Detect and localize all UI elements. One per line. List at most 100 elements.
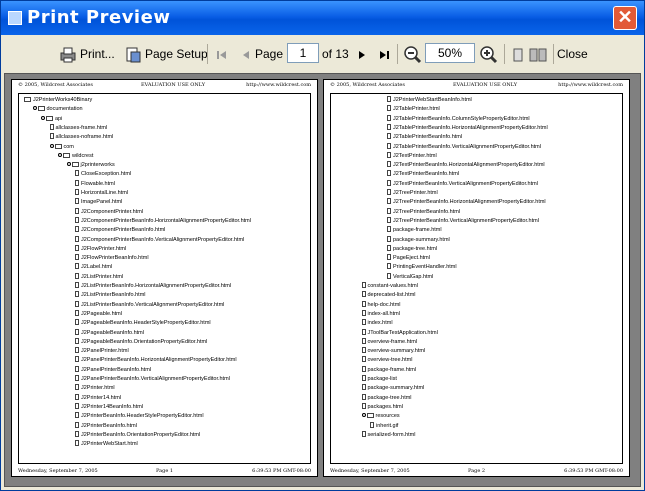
- file-icon: [75, 291, 79, 298]
- file-icon: [75, 300, 79, 307]
- tree-item-label: com: [63, 143, 74, 150]
- folder-icon: [71, 162, 79, 168]
- tree-item-label: J2PanelPrinterBeanInfo.VerticalAlignment…: [81, 376, 230, 382]
- file-icon: [361, 337, 366, 344]
- file-icon: [387, 96, 391, 102]
- tree-file-row: J2TreePrinterBeanInfo.HorizontalAlignmen…: [387, 198, 546, 207]
- next-page-button[interactable]: [352, 38, 368, 70]
- tree-file-row: PrintingEventHandler.html: [387, 263, 457, 272]
- tree-item-label: ImagePanel.html: [81, 199, 123, 206]
- file-icon: [75, 216, 79, 223]
- tree-file-row: serialized-form.html: [361, 430, 415, 440]
- tree-file-row: J2PanelPrinterBeanInfo.html: [75, 365, 152, 375]
- tree-item-label: J2PageableBeanInfo.OrientationPropertyEd…: [81, 338, 208, 345]
- last-page-button[interactable]: [374, 38, 390, 70]
- tree-file-row: J2PrinterWebStartBeanInfo.html: [387, 96, 472, 105]
- tree-file-row: J2PanelPrinterBeanInfo.VerticalAlignment…: [75, 375, 230, 384]
- zoom-input[interactable]: 50%: [425, 43, 475, 63]
- print-label: Print...: [80, 47, 115, 61]
- page-header-center: EVALUATION USE ONLY: [141, 82, 206, 88]
- toolbar-separator: [504, 44, 505, 64]
- zoom-out-button[interactable]: [401, 38, 423, 70]
- tree-item-label: index-all.html: [367, 310, 400, 317]
- file-icon: [75, 254, 79, 261]
- file-icon: [387, 198, 391, 205]
- file-icon: [361, 300, 366, 307]
- tree-item-label: J2ComponentPrinterBeanInfo.VerticalAlign…: [81, 236, 245, 243]
- file-icon: [75, 170, 79, 177]
- tree-item-label: PageEject.html: [393, 255, 430, 262]
- page-content-frame: J2PrinterWorks40Binary documentation api al…: [18, 93, 311, 464]
- tree-item-label: package-frame.html: [367, 366, 417, 373]
- tree-file-row: J2PanelPrinter.html: [75, 347, 129, 356]
- file-icon: [361, 384, 366, 391]
- file-icon: [75, 430, 79, 437]
- window-title: Print Preview: [27, 7, 171, 28]
- tree-item-label: package-frame.html: [393, 227, 442, 234]
- file-icon: [387, 272, 391, 279]
- tree-file-row: J2TextPrinterBeanInfo.html: [387, 170, 459, 179]
- tree-item-label: J2TreePrinter.html: [393, 190, 438, 196]
- file-icon: [387, 161, 391, 168]
- tree-file-row: J2TreePrinterBeanInfo.VerticalAlignmentP…: [387, 216, 539, 226]
- tree-item-label: J2PageableBeanInfo.html: [81, 329, 144, 336]
- file-icon: [75, 282, 79, 288]
- tree-file-row: J2Printer14.html: [75, 393, 121, 403]
- preview-page-2: © 2005, Wildcrest Associates EVALUATION …: [323, 79, 630, 477]
- file-icon: [387, 105, 391, 112]
- zoom-in-button[interactable]: [477, 38, 499, 70]
- close-button[interactable]: Close: [557, 38, 588, 70]
- tree-item-label: constant-values.html: [367, 283, 418, 289]
- tree-file-row: J2ComponentPrinterBeanInfo.HorizontalAli…: [75, 216, 251, 226]
- tree-item-label: J2TreePrinterBeanInfo.VerticalAlignmentP…: [393, 217, 539, 224]
- tree-file-row: J2FlowPrinter.html: [75, 244, 126, 254]
- file-icon: [387, 216, 391, 223]
- tree-file-row: overview-frame.html: [361, 337, 417, 347]
- folder-icon: [63, 152, 70, 158]
- window-close-button[interactable]: ✕: [613, 6, 637, 30]
- page-header-center: EVALUATION USE ONLY: [453, 82, 518, 88]
- file-icon: [75, 384, 79, 391]
- tree-item-label: J2PrinterBeanInfo.OrientationPropertyEdi…: [81, 431, 201, 438]
- tree-item-label: deprecated-list.html: [367, 292, 416, 299]
- preview-area[interactable]: © 2005, Wildcrest Associates EVALUATION …: [4, 73, 641, 487]
- print-button[interactable]: Print...: [58, 38, 120, 70]
- file-icon: [387, 151, 391, 158]
- page-setup-button[interactable]: Page Setup: [123, 38, 208, 70]
- file-icon: [361, 291, 366, 298]
- tree-file-row: JToolBarTestApplication.html: [361, 328, 438, 338]
- tree-item-label: inherit.gif: [376, 422, 399, 429]
- title-bar[interactable]: Print Preview ✕: [1, 1, 644, 35]
- tree-item-label: J2TextPrinterBeanInfo.HorizontalAlignmen…: [393, 162, 545, 169]
- single-page-view-button[interactable]: [508, 38, 524, 70]
- tree-file-row: PageEject.html: [387, 254, 430, 263]
- tree-item-label: HorizontalLine.html: [81, 190, 129, 196]
- tree-item-label: J2PanelPrinterBeanInfo.html: [81, 366, 152, 373]
- page-footer-center: Page 1: [156, 468, 174, 474]
- tree-item-label: J2Label.html: [81, 264, 113, 271]
- tree-item-label: package-tree.html: [393, 245, 438, 252]
- two-page-view-button[interactable]: [528, 38, 548, 70]
- first-page-icon: [217, 51, 226, 59]
- page-number-input[interactable]: 1: [287, 43, 319, 63]
- tree-file-row: VerticalGap.html: [387, 272, 433, 282]
- page-footer-left: Wednesday, September 7, 2005: [18, 468, 98, 474]
- file-icon: [387, 114, 391, 121]
- page-footer-right: 6:39:53 PM GMT-08:00: [564, 468, 623, 474]
- file-icon: [75, 337, 79, 344]
- first-page-button[interactable]: [212, 38, 228, 70]
- tree-file-row: packages.html: [361, 402, 403, 412]
- two-pages-icon: [529, 48, 547, 62]
- page-footer-right: 6:39:53 PM GMT-08:00: [252, 468, 311, 474]
- previous-page-button[interactable]: [236, 38, 252, 70]
- file-icon: [75, 402, 79, 409]
- tree-expand-icon: [32, 106, 37, 111]
- tree-file-row: J2PrinterBeanInfo.HeaderStylePropertyEdi…: [75, 412, 204, 421]
- zoom-out-icon: [404, 46, 422, 64]
- tree-folder-row: com: [49, 143, 74, 152]
- tree-expand-icon: [361, 413, 366, 418]
- tree-item-label: package-tree.html: [367, 394, 412, 401]
- file-icon: [361, 347, 366, 354]
- file-icon: [75, 179, 79, 186]
- tree-item-label: J2TreePrinterBeanInfo.HorizontalAlignmen…: [393, 199, 546, 206]
